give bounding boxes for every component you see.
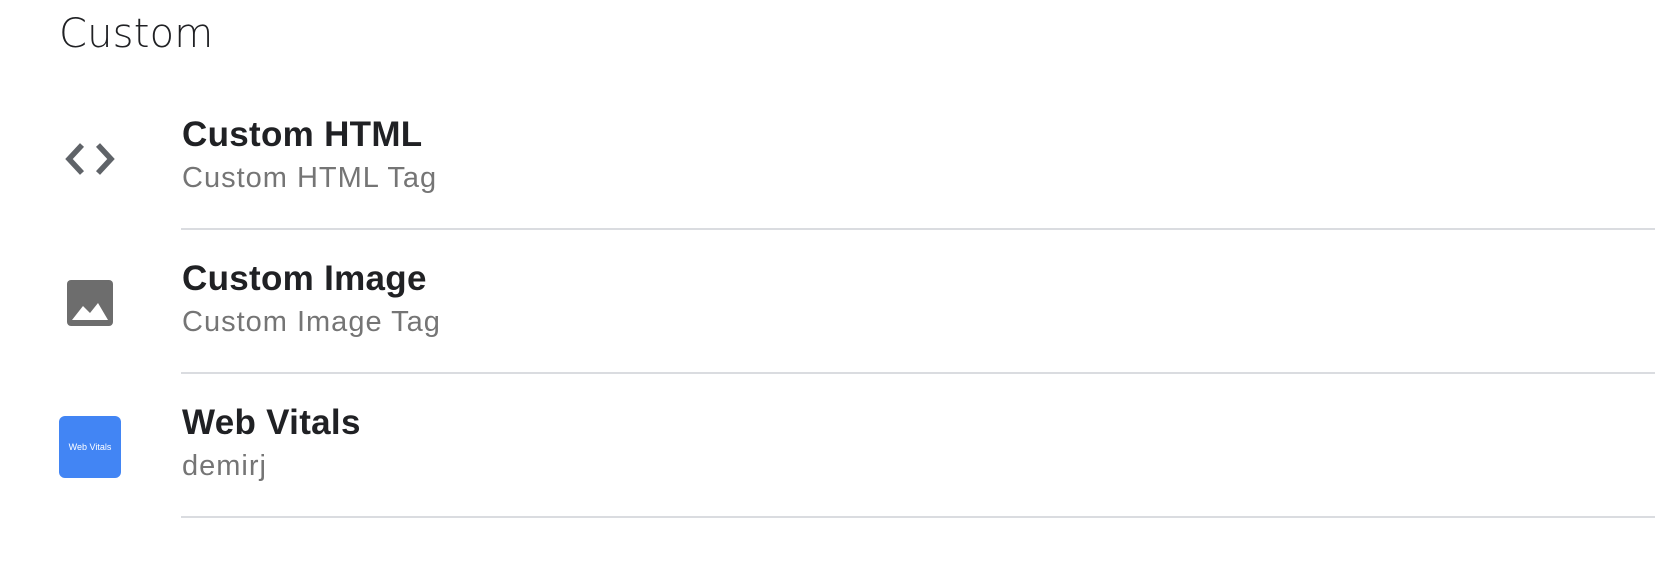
section-title: Custom (59, 11, 214, 57)
tag-description: Custom HTML Tag (182, 162, 438, 194)
image-icon (59, 272, 121, 334)
tag-text: Custom Image Custom Image Tag (182, 258, 441, 340)
tag-name: Custom HTML (182, 115, 423, 154)
tag-text: Web Vitals demirj (182, 402, 361, 484)
logo-text: Web Vitals (68, 442, 112, 452)
divider (181, 516, 1655, 518)
tag-item-custom-html[interactable]: Custom HTML Custom HTML Tag (0, 86, 1655, 230)
tag-item-web-vitals[interactable]: Web Vitals Web Vitals demirj (0, 374, 1655, 518)
tag-name: Web Vitals (182, 403, 361, 442)
code-icon (59, 128, 121, 190)
tag-description: Custom Image Tag (182, 306, 441, 338)
tag-text: Custom HTML Custom HTML Tag (182, 114, 437, 196)
page: Custom Custom HTML Custom HTML Tag Custo… (0, 0, 1655, 579)
tag-name: Custom Image (182, 259, 427, 298)
tag-item-custom-image[interactable]: Custom Image Custom Image Tag (0, 230, 1655, 374)
tag-description: demirj (182, 450, 267, 482)
web-vitals-logo: Web Vitals (59, 416, 121, 478)
web-vitals-logo-icon: Web Vitals (59, 416, 121, 478)
tag-list: Custom HTML Custom HTML Tag Custom Image… (0, 86, 1655, 518)
